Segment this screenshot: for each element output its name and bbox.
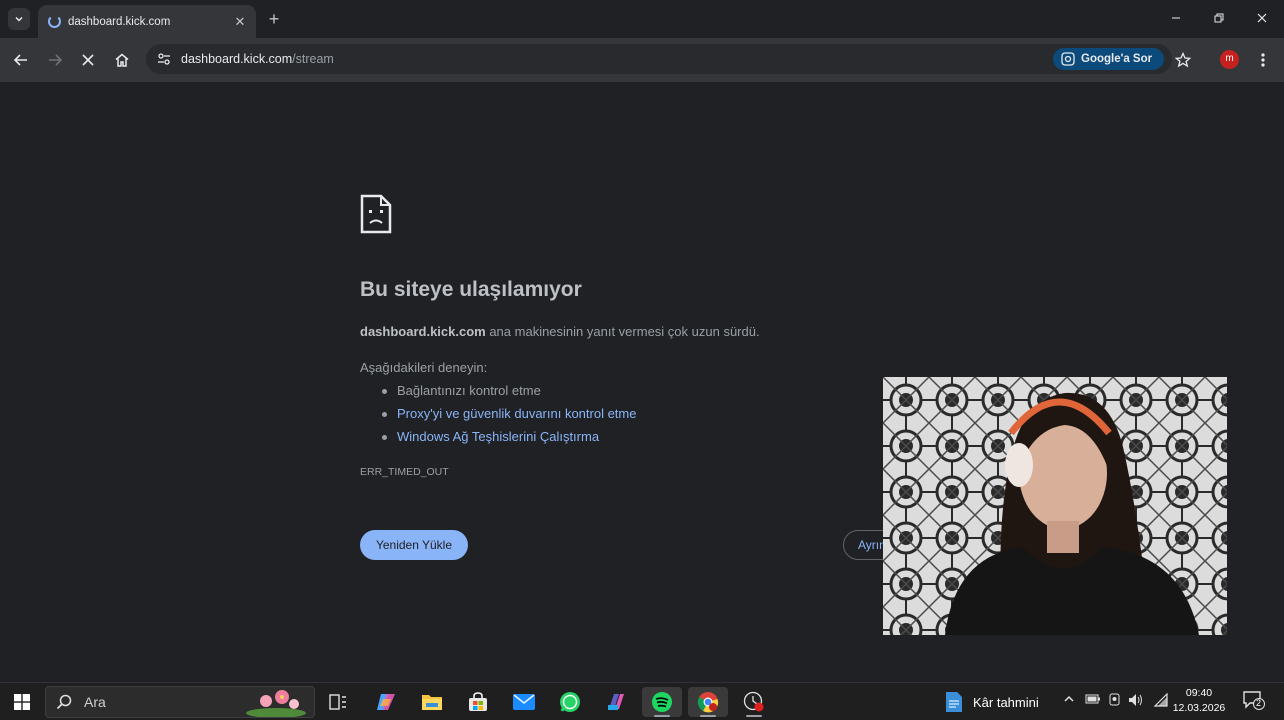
task-view-button[interactable] <box>318 687 358 717</box>
chevron-down-icon <box>15 16 23 22</box>
error-code: ERR_TIMED_OUT <box>360 466 449 478</box>
menu-button[interactable] <box>1252 49 1274 71</box>
running-indicator <box>700 715 716 717</box>
google-lens-icon <box>1061 52 1075 66</box>
minimize-icon <box>1172 17 1180 19</box>
chrome-icon <box>697 692 719 713</box>
clock-time: 09:40 <box>1185 687 1213 699</box>
webcam-overlay <box>883 377 1227 635</box>
suggestion-run-diagnostics-link[interactable]: Windows Ağ Teşhislerini Çalıştırma <box>382 426 636 449</box>
restore-icon <box>1214 13 1224 23</box>
mail-icon <box>513 694 535 710</box>
wifi-icon <box>1153 692 1168 707</box>
notification-icon <box>1243 691 1265 710</box>
device-tray-icon[interactable] <box>1108 693 1122 710</box>
ask-google-label: Google'a Sor <box>1081 53 1153 65</box>
tune-icon <box>158 53 170 65</box>
tab-title: dashboard.kick.com <box>68 15 171 28</box>
spotify-icon <box>652 692 672 712</box>
windows-taskbar: Ara Kâr tahmini 09:40 12.03.2026 2 <box>0 682 1284 720</box>
url-path: /stream <box>292 52 334 66</box>
close-tab-icon[interactable]: ✕ <box>232 14 248 30</box>
battery-icon <box>1085 694 1100 704</box>
running-indicator <box>654 715 670 717</box>
sad-page-icon <box>360 194 392 234</box>
document-icon <box>946 692 962 712</box>
reload-button[interactable]: Yeniden Yükle <box>360 530 468 560</box>
taskbar-search[interactable]: Ara <box>45 686 315 718</box>
close-window-button[interactable] <box>1247 8 1277 30</box>
star-icon <box>1175 52 1191 68</box>
stop-icon <box>82 54 94 66</box>
kebab-menu-icon <box>1261 53 1265 67</box>
widget-karli-tahmin[interactable]: Kâr tahmini <box>945 687 1039 717</box>
loading-spinner-icon <box>48 15 61 28</box>
tab-search-button[interactable] <box>8 8 30 30</box>
whatsapp-icon <box>560 692 580 712</box>
url-host: dashboard.kick.com <box>181 52 293 66</box>
store-icon <box>469 692 487 711</box>
error-title: Bu siteye ulaşılamıyor <box>360 278 582 301</box>
m365-icon <box>608 694 624 710</box>
start-button[interactable] <box>2 687 42 717</box>
back-button[interactable] <box>10 49 32 71</box>
microsoft-365-app[interactable] <box>596 687 636 717</box>
mail-app[interactable] <box>504 687 544 717</box>
chrome-app[interactable] <box>688 687 728 717</box>
file-explorer-app[interactable] <box>412 687 452 717</box>
tab-strip: dashboard.kick.com ✕ + <box>0 0 1284 38</box>
close-icon <box>1257 13 1267 23</box>
search-highlight-flowers-icon <box>246 690 306 717</box>
notification-center-button[interactable]: 2 <box>1243 691 1265 714</box>
stop-button[interactable] <box>77 49 99 71</box>
suggestion-list: Bağlantınızı kontrol etme Proxy'yi ve gü… <box>382 380 636 449</box>
show-hidden-icons-button[interactable] <box>1063 693 1075 708</box>
try-label: Aşağıdakileri deneyin: <box>360 360 488 375</box>
widget-label: Kâr tahmini <box>973 694 1039 710</box>
suggestion-check-proxy-link[interactable]: Proxy'yi ve güvenlik duvarını kontrol et… <box>382 403 636 426</box>
chevron-up-icon <box>1064 695 1074 702</box>
running-indicator <box>746 715 762 717</box>
bookmark-button[interactable] <box>1172 49 1194 71</box>
browser-toolbar: dashboard.kick.com/stream Google'a Sor <box>0 38 1284 82</box>
profile-avatar[interactable]: m <box>1220 50 1239 69</box>
whatsapp-app[interactable] <box>550 687 590 717</box>
clock-date: 12.03.2026 <box>1172 702 1226 714</box>
error-host: dashboard.kick.com <box>360 324 486 339</box>
obs-recording-app[interactable] <box>734 687 774 717</box>
clock[interactable]: 09:40 12.03.2026 <box>1168 686 1230 716</box>
windows-logo-icon <box>14 694 30 710</box>
webcam-video-image <box>883 377 1227 635</box>
speaker-icon <box>1129 694 1142 706</box>
obs-icon <box>743 691 764 712</box>
home-icon <box>115 53 129 67</box>
arrow-right-icon <box>49 54 63 66</box>
suggestion-check-connection: Bağlantınızı kontrol etme <box>382 380 636 403</box>
task-view-icon <box>329 694 346 710</box>
microsoft-store-app[interactable] <box>458 687 498 717</box>
address-bar[interactable]: dashboard.kick.com/stream <box>146 44 1172 74</box>
network-tray-icon[interactable] <box>1153 692 1169 710</box>
folder-icon <box>422 695 442 710</box>
arrow-left-icon <box>13 54 27 66</box>
site-info-button[interactable] <box>154 49 174 69</box>
battery-tray-icon[interactable] <box>1085 693 1101 708</box>
home-button[interactable] <box>111 49 133 71</box>
minimize-button[interactable] <box>1161 8 1191 30</box>
ask-google-button[interactable]: Google'a Sor <box>1053 48 1164 70</box>
copilot-icon <box>377 694 395 710</box>
restore-button[interactable] <box>1204 8 1234 30</box>
notification-count: 2 <box>1256 698 1262 708</box>
error-description-text: ana makinesinin yanıt vermesi çok uzun s… <box>485 324 760 339</box>
meet-now-icon <box>1109 693 1120 706</box>
volume-tray-icon[interactable] <box>1128 693 1144 710</box>
search-placeholder: Ara <box>84 694 106 710</box>
forward-button[interactable] <box>44 49 66 71</box>
new-tab-button[interactable]: + <box>264 9 284 29</box>
search-icon <box>56 694 72 710</box>
error-description: dashboard.kick.com ana makinesinin yanıt… <box>360 324 760 339</box>
copilot-app[interactable] <box>366 687 406 717</box>
spotify-app[interactable] <box>642 687 682 717</box>
active-tab[interactable]: dashboard.kick.com ✕ <box>38 5 256 38</box>
